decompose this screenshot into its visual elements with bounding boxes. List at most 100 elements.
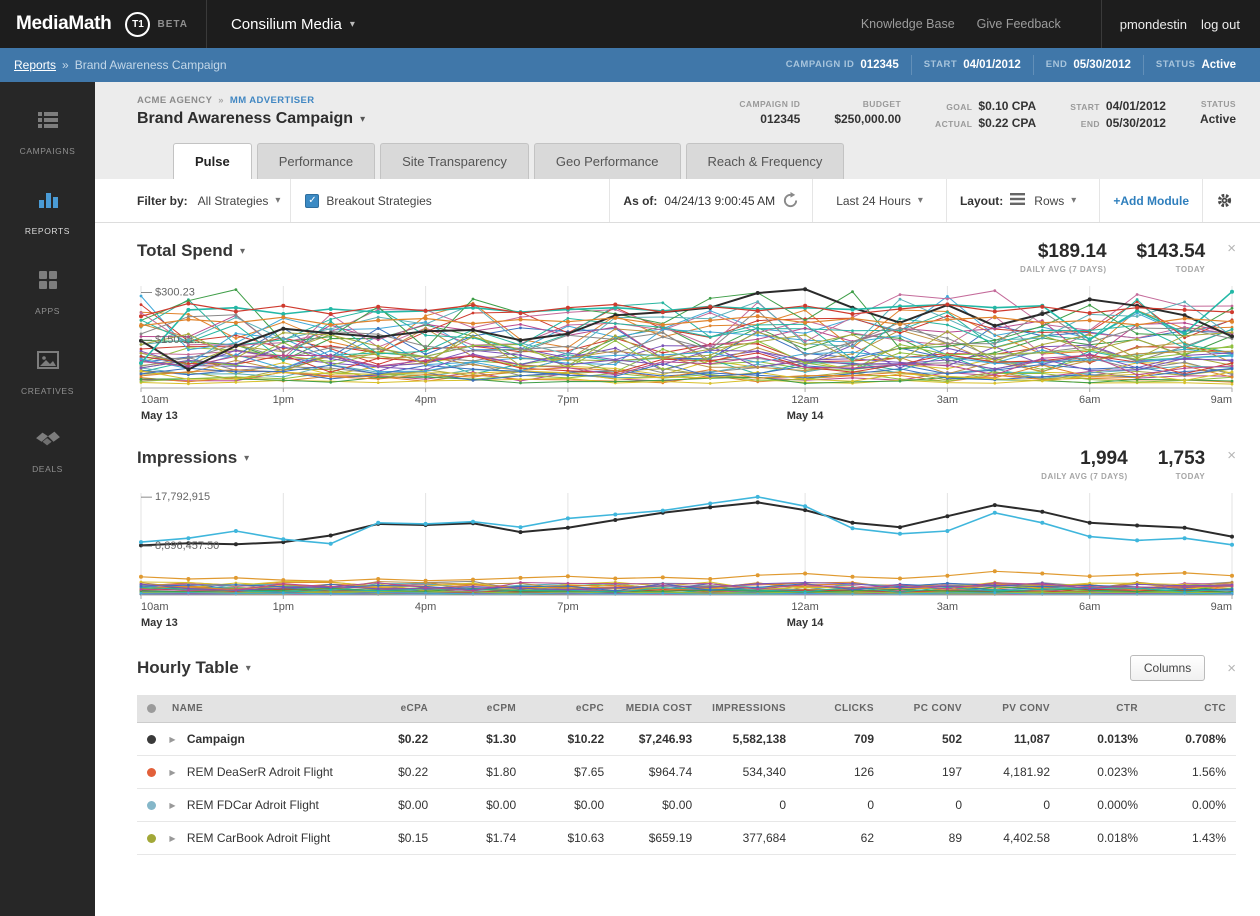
- series-color-dot-icon: [147, 735, 156, 745]
- divider: [205, 0, 207, 48]
- total-spend-chart: 10am 1pm 4pm 7pm 12am 3am 6am 9am May 13 May 14 — …: [137, 280, 1236, 430]
- legend-dot-icon: [147, 703, 156, 713]
- daily-avg-stat: $189.14 DAILY AVG (7 DAYS): [1020, 241, 1107, 274]
- beta-badge: BETA: [157, 18, 188, 30]
- svg-text:— 8,896,457.50: — 8,896,457.50: [141, 540, 219, 552]
- svg-text:May 14: May 14: [787, 617, 825, 629]
- knowledge-base-link[interactable]: Knowledge Base: [861, 17, 955, 31]
- row-name: REM DeaSerR Adroit Flight: [186, 765, 333, 779]
- tab-geo-performance[interactable]: Geo Performance: [533, 143, 681, 179]
- expand-row-icon[interactable]: ▶: [169, 768, 175, 777]
- chevron-down-icon: ▾: [1071, 195, 1077, 206]
- checkbox-checked-icon: ✓: [305, 193, 320, 208]
- reports-breadcrumb-link[interactable]: Reports: [14, 58, 56, 72]
- svg-text:9am: 9am: [1211, 394, 1232, 406]
- filter-bar: Filter by: All Strategies ▾ ✓ Breakout S…: [95, 179, 1260, 223]
- expand-row-icon[interactable]: ▶: [169, 801, 175, 810]
- advertiser-link[interactable]: MM ADVERTISER: [230, 95, 315, 106]
- close-module-button[interactable]: ×: [1227, 661, 1236, 676]
- breakout-strategies-checkbox[interactable]: ✓ Breakout Strategies: [290, 179, 445, 222]
- budget-block: BUDGET $250,000.00: [834, 99, 902, 126]
- row-name: REM FDCar Adroit Flight: [186, 798, 319, 812]
- table-row[interactable]: ▶ REM DeaSerR Adroit Flight $0.22 $1.80 $7…: [137, 755, 1236, 789]
- handshake-icon: [33, 428, 63, 455]
- svg-text:1pm: 1pm: [273, 394, 294, 406]
- campaign-title-dropdown[interactable]: Brand Awareness Campaign ▾: [137, 110, 365, 128]
- logout-link[interactable]: log out: [1201, 17, 1240, 32]
- campaign-id-block: CAMPAIGN ID 012345: [739, 99, 801, 126]
- chevron-down-icon: ▾: [917, 195, 923, 206]
- add-module-section: +Add Module: [1099, 179, 1202, 222]
- layout-dropdown[interactable]: Rows ▾: [1032, 194, 1086, 208]
- close-module-button[interactable]: ×: [1227, 241, 1236, 256]
- strategy-filter-dropdown[interactable]: All Strategies ▾: [188, 194, 291, 208]
- refresh-icon: [784, 192, 798, 208]
- tab-site-transparency[interactable]: Site Transparency: [380, 143, 529, 179]
- sidebar-item-campaigns[interactable]: CAMPAIGNS: [0, 108, 95, 188]
- chevron-down-icon: ▾: [244, 452, 250, 464]
- expand-row-icon[interactable]: ▶: [169, 834, 175, 843]
- org-selector-dropdown[interactable]: Consilium Media ▾: [225, 15, 361, 34]
- breadcrumb-bar: Reports » Brand Awareness Campaign CAMPA…: [0, 48, 1260, 82]
- agency-breadcrumb: ACME AGENCY » MM ADVERTISER: [137, 95, 315, 106]
- status-badge: Active: [1199, 112, 1236, 126]
- as-of-section: As of: 04/24/13 9:00:45 AM: [609, 179, 812, 222]
- svg-text:10am: 10am: [141, 394, 169, 406]
- sidebar-item-creatives[interactable]: CREATIVES: [0, 348, 95, 428]
- svg-text:6am: 6am: [1079, 601, 1100, 613]
- impressions-title-dropdown[interactable]: Impressions ▾: [137, 448, 249, 468]
- svg-text:May 14: May 14: [787, 410, 825, 422]
- svg-text:12am: 12am: [791, 394, 819, 406]
- campaign-title-block: ACME AGENCY » MM ADVERTISER Brand Awaren…: [137, 95, 365, 128]
- time-range-dropdown[interactable]: Last 24 Hours ▾: [826, 194, 933, 208]
- settings-gear-button[interactable]: [1216, 192, 1233, 209]
- svg-text:12am: 12am: [791, 601, 819, 613]
- svg-text:7pm: 7pm: [557, 601, 578, 613]
- hourly-table: NAME eCPA eCPM eCPC MEDIA COST IMPRESSIO…: [137, 695, 1236, 855]
- series-color-dot-icon: [147, 768, 156, 778]
- sidebar-item-deals[interactable]: DEALS: [0, 428, 95, 508]
- total-spend-title-dropdown[interactable]: Total Spend ▾: [137, 241, 245, 261]
- sidebar-item-apps[interactable]: APPS: [0, 268, 95, 348]
- series-color-dot-icon: [147, 834, 156, 844]
- breadcrumb-campaign: Brand Awareness Campaign: [74, 58, 227, 72]
- end-date-stat: END 05/30/2012: [1032, 54, 1143, 76]
- daily-avg-stat: 1,994 DAILY AVG (7 DAYS): [1041, 448, 1128, 481]
- expand-row-icon[interactable]: ▶: [169, 735, 175, 744]
- hourly-table-body: ▶ Campaign $0.22 $1.30 $10.22 $7,246.93 5,58…: [137, 722, 1236, 855]
- give-feedback-link[interactable]: Give Feedback: [977, 17, 1061, 31]
- tab-performance[interactable]: Performance: [256, 143, 376, 179]
- svg-text:— $150.11...: — $150.11...: [141, 334, 203, 346]
- row-name: Campaign: [186, 732, 245, 746]
- table-row[interactable]: ▶ REM CarBook Adroit Flight $0.15 $1.74 $1…: [137, 821, 1236, 855]
- layout-section: Layout: Rows ▾: [945, 179, 1099, 222]
- columns-button[interactable]: Columns: [1129, 655, 1206, 681]
- add-module-button[interactable]: +Add Module: [1113, 194, 1189, 208]
- table-row[interactable]: ▶ Campaign $0.22 $1.30 $10.22 $7,246.93 5,58…: [137, 722, 1236, 756]
- breadcrumb-separator: »: [62, 58, 69, 72]
- tab-pulse[interactable]: Pulse: [173, 143, 252, 179]
- impressions-module: Impressions ▾ 1,994 DAILY AVG (7 DAYS) 1…: [95, 430, 1260, 637]
- start-date-stat: START 04/01/2012: [910, 54, 1033, 76]
- svg-text:7pm: 7pm: [557, 394, 578, 406]
- campaign-id-stat: CAMPAIGN ID 012345: [785, 58, 899, 71]
- sidebar-item-reports[interactable]: REPORTS: [0, 188, 95, 268]
- hourly-table-title-dropdown[interactable]: Hourly Table ▾: [137, 658, 251, 678]
- tab-reach-frequency[interactable]: Reach & Frequency: [685, 143, 845, 179]
- chevron-down-icon: ▾: [360, 113, 366, 125]
- close-module-button[interactable]: ×: [1227, 448, 1236, 463]
- as-of-timestamp: 04/24/13 9:00:45 AM: [664, 193, 776, 208]
- picture-icon: [35, 348, 61, 377]
- goal-actual-block: GOAL $0.10 CPA ACTUAL $0.22 CPA: [935, 99, 1037, 130]
- divider: [1100, 0, 1102, 48]
- table-row[interactable]: ▶ REM FDCar Adroit Flight $0.00 $0.00 $0.0…: [137, 788, 1236, 822]
- mediamath-logo: MediaMath: [16, 13, 112, 34]
- tab-bar: Pulse Performance Site Transparency Geo …: [173, 143, 1236, 179]
- main-content: ACME AGENCY » MM ADVERTISER Brand Awaren…: [95, 82, 1260, 916]
- bar-chart-icon: [35, 188, 61, 217]
- apps-grid-icon: [36, 268, 60, 297]
- status-stat: STATUS Active: [1142, 54, 1248, 76]
- svg-text:4pm: 4pm: [415, 394, 436, 406]
- refresh-button[interactable]: [782, 192, 799, 209]
- svg-text:6am: 6am: [1079, 394, 1100, 406]
